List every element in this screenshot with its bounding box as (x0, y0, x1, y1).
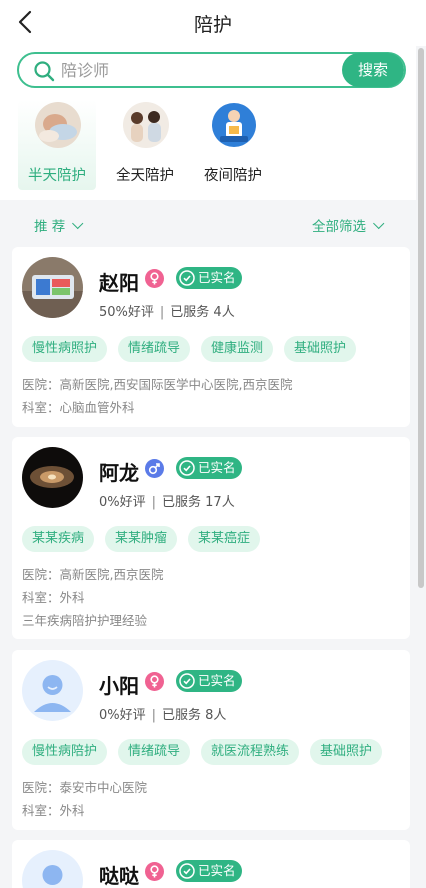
recommend-filter[interactable]: 推 荐 (34, 215, 84, 235)
verified-label: 已实名 (198, 673, 236, 688)
divider: | (151, 708, 157, 723)
tag-list: 慢性病陪护 情绪疏导 就医流程熟练 基础照护 (22, 739, 383, 765)
full-day-care-image (123, 102, 169, 148)
served-count: 已服务 4人 (170, 305, 235, 320)
served-count: 已服务 8人 (162, 708, 227, 723)
caregiver-name: 小阳 (99, 674, 139, 698)
night-care-image (211, 102, 257, 148)
search-icon (34, 61, 55, 82)
shield-check-icon (179, 673, 195, 689)
avatar (22, 447, 83, 508)
verified-label: 已实名 (198, 863, 236, 878)
verified-badge: 已实名 (176, 860, 242, 882)
shield-check-icon (179, 460, 195, 476)
caregiver-name: 阿龙 (99, 461, 139, 485)
all-filter[interactable]: 全部筛选 (312, 215, 385, 235)
rating: 50%好评 (99, 305, 154, 320)
all-filter-label: 全部筛选 (312, 219, 366, 235)
experience-info: 三年疾病陪护护理经验 (22, 613, 148, 628)
tag-list: 慢性病照护 情绪疏导 健康监测 基础照护 (22, 336, 357, 362)
verified-badge: 已实名 (176, 457, 242, 479)
top-section: 搜索 半天陪护 全天陪护 (0, 46, 416, 200)
service-tag: 情绪疏导 (118, 336, 191, 362)
caregiver-stats: 50%好评 | 已服务 4人 (99, 301, 235, 320)
female-icon (145, 269, 164, 288)
header-bar: 陪护 (0, 0, 426, 46)
caregiver-stats: 0%好评 | 已服务 17人 (99, 491, 235, 510)
verified-label: 已实名 (198, 270, 236, 285)
male-icon (145, 459, 164, 478)
hospital-info: 医院：高新医院,西安国际医学中心医院,西京医院 (22, 377, 293, 392)
department-info: 科室：外科 (22, 590, 85, 605)
category-half-day[interactable]: 半天陪护 (18, 100, 96, 190)
page-title: 陪护 (193, 14, 232, 36)
avatar (22, 257, 83, 318)
caregiver-stats: 0%好评 | 已服务 8人 (99, 704, 226, 723)
service-tag: 慢性病陪护 (22, 739, 108, 765)
tag-list: 某某疾病 某某肿瘤 某某癌症 (22, 526, 261, 552)
divider: | (151, 495, 157, 510)
scrollbar[interactable] (418, 48, 424, 588)
category-night[interactable]: 夜间陪护 (194, 100, 272, 190)
avatar (22, 660, 83, 721)
service-tag: 基础照护 (284, 336, 357, 362)
department-info: 科室：外科 (22, 803, 85, 818)
category-full-day[interactable]: 全天陪护 (106, 100, 184, 190)
service-tag: 就医流程熟练 (201, 739, 300, 765)
recommend-filter-label: 推 荐 (34, 219, 66, 235)
service-tag: 某某肿瘤 (105, 526, 178, 552)
rating: 0%好评 (99, 708, 146, 723)
shield-check-icon (179, 270, 195, 286)
service-tag: 某某癌症 (188, 526, 261, 552)
female-icon (145, 672, 164, 691)
chevron-down-icon (72, 217, 84, 230)
rating: 0%好评 (99, 495, 146, 510)
filter-bar: 推 荐 全部筛选 (0, 200, 416, 246)
search-bar: 搜索 (17, 52, 406, 88)
category-label: 半天陪护 (28, 168, 86, 184)
verified-badge: 已实名 (176, 670, 242, 692)
half-day-care-image (35, 102, 81, 148)
verified-badge: 已实名 (176, 267, 242, 289)
category-label: 全天陪护 (116, 168, 174, 184)
category-label: 夜间陪护 (204, 168, 262, 184)
service-tag: 基础照护 (310, 739, 383, 765)
search-input[interactable] (61, 57, 331, 83)
avatar (22, 850, 83, 888)
hospital-info: 医院：高新医院,西京医院 (22, 567, 164, 582)
divider: | (159, 305, 165, 320)
chevron-down-icon (373, 217, 385, 230)
female-icon (145, 862, 164, 881)
caregiver-card[interactable]: 赵阳 已实名 50%好评 | 已服务 4人 慢性病照护 情绪疏导 健康监测 基础照护… (12, 247, 410, 427)
service-tag: 健康监测 (201, 336, 274, 362)
search-button[interactable]: 搜索 (342, 53, 404, 87)
service-tag: 情绪疏导 (118, 739, 191, 765)
shield-check-icon (179, 863, 195, 879)
served-count: 已服务 17人 (162, 495, 235, 510)
verified-label: 已实名 (198, 460, 236, 475)
caregiver-name: 赵阳 (99, 271, 139, 295)
caregiver-card[interactable]: 哒哒 已实名 (12, 840, 410, 888)
caregiver-name: 哒哒 (99, 864, 139, 888)
service-tag: 慢性病照护 (22, 336, 108, 362)
caregiver-card[interactable]: 小阳 已实名 0%好评 | 已服务 8人 慢性病陪护 情绪疏导 就医流程熟练 基础照… (12, 650, 410, 830)
department-info: 科室：心脑血管外科 (22, 400, 135, 415)
service-tag: 某某疾病 (22, 526, 95, 552)
caregiver-card[interactable]: 阿龙 已实名 0%好评 | 已服务 17人 某某疾病 某某肿瘤 某某癌症 医院：高新… (12, 437, 410, 639)
hospital-info: 医院：泰安市中心医院 (22, 780, 148, 795)
